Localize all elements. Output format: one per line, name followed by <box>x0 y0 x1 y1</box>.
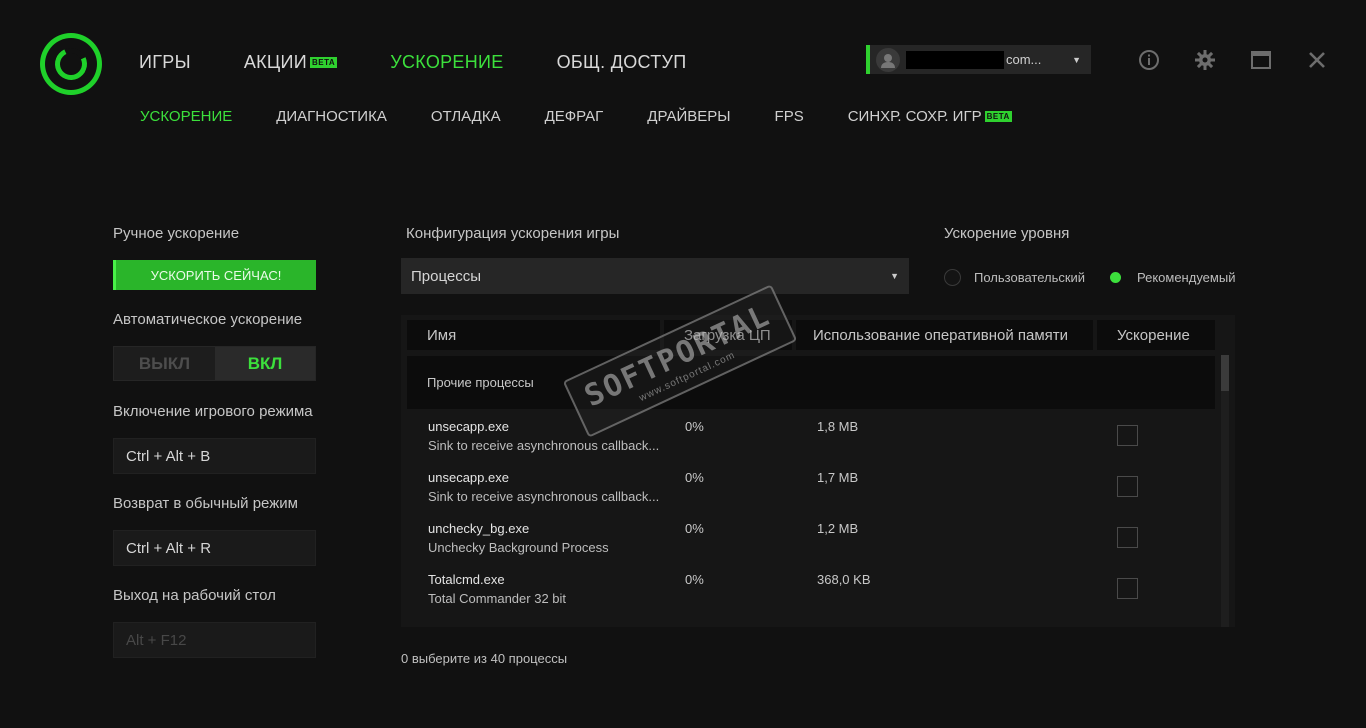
chevron-down-icon: ▼ <box>1072 54 1081 65</box>
tab-save-sync[interactable]: СИНХР. СОХР. ИГР BETA <box>848 108 1012 125</box>
beta-badge: BETA <box>984 111 1012 122</box>
tab-defrag[interactable]: ДЕФРАГ <box>545 108 604 125</box>
toggle-on-option[interactable]: ВКЛ <box>215 347 315 380</box>
auto-boost-label: Автоматическое ускорение <box>113 311 303 328</box>
table-row[interactable]: unchecky_bg.exe Unchecky Background Proc… <box>407 521 1215 572</box>
process-memory: 1,7 MB <box>817 470 859 485</box>
avatar <box>876 47 900 72</box>
main-nav-share[interactable]: ОБЩ. ДОСТУП <box>557 52 687 73</box>
main-nav: ИГРЫ АКЦИИ BETA УСКОРЕНИЕ ОБЩ. ДОСТУП <box>139 52 740 73</box>
radio-button[interactable] <box>944 269 961 286</box>
process-memory: 1,8 MB <box>817 419 859 434</box>
config-selected-value: Процессы <box>411 267 482 285</box>
radio-custom-label: Пользовательский <box>974 270 1086 285</box>
gear-icon[interactable] <box>1193 48 1217 72</box>
desktop-hotkey-field[interactable]: Alt + F12 <box>113 622 316 658</box>
maximize-icon[interactable] <box>1249 48 1273 72</box>
tab-boost[interactable]: УСКОРЕНИЕ <box>140 108 232 125</box>
column-header-name[interactable]: Имя <box>407 320 660 350</box>
main-nav-deals[interactable]: АКЦИИ BETA <box>244 52 338 73</box>
process-memory: 1,2 MB <box>817 521 859 536</box>
selection-count: 0 выберите из 40 процессы <box>401 651 568 666</box>
process-name: unsecapp.exe <box>428 419 509 434</box>
chevron-down-icon: ▼ <box>890 271 899 281</box>
game-mode-hotkey-field[interactable]: Ctrl + Alt + B <box>113 438 316 474</box>
process-cpu: 0% <box>685 419 704 434</box>
boost-checkbox[interactable] <box>1117 527 1138 548</box>
column-header-memory[interactable]: Использование оперативной памяти <box>796 320 1093 350</box>
boost-level-label: Ускорение уровня <box>944 225 1070 242</box>
desktop-label: Выход на рабочий стол <box>113 587 276 604</box>
tab-drivers[interactable]: ДРАЙВЕРЫ <box>647 108 730 125</box>
tab-fps[interactable]: FPS <box>775 108 804 125</box>
main-nav-boost[interactable]: УСКОРЕНИЕ <box>390 52 503 73</box>
table-row[interactable]: Totalcmd.exe Total Commander 32 bit 0% 3… <box>407 572 1215 623</box>
user-icon <box>881 53 895 68</box>
process-name: Totalcmd.exe <box>428 572 505 587</box>
toggle-off-option[interactable]: ВЫКЛ <box>114 347 215 380</box>
config-select[interactable]: Процессы ▼ <box>401 258 909 294</box>
process-description: Unchecky Background Process <box>428 540 609 555</box>
boost-checkbox[interactable] <box>1117 476 1138 497</box>
normal-mode-label: Возврат в обычный режим <box>113 495 298 512</box>
tab-debug[interactable]: ОТЛАДКА <box>431 108 501 125</box>
info-icon[interactable] <box>1137 48 1161 72</box>
scrollbar-thumb[interactable] <box>1221 355 1229 391</box>
column-header-boost[interactable]: Ускорение <box>1097 320 1215 350</box>
group-row[interactable]: Прочие процессы <box>407 356 1215 409</box>
boost-checkbox[interactable] <box>1117 578 1138 599</box>
scrollbar[interactable] <box>1221 355 1229 627</box>
radio-recommended[interactable]: Рекомендуемый <box>1107 269 1235 286</box>
normal-mode-hotkey-field[interactable]: Ctrl + Alt + R <box>113 530 316 566</box>
process-table: Имя Загрузка ЦП Использование оперативно… <box>401 315 1235 627</box>
main-nav-games[interactable]: ИГРЫ <box>139 52 191 73</box>
table-row[interactable]: unsecapp.exe Sink to receive asynchronou… <box>407 419 1215 470</box>
auto-boost-toggle[interactable]: ВЫКЛ ВКЛ <box>113 346 316 381</box>
sub-nav: УСКОРЕНИЕ ДИАГНОСТИКА ОТЛАДКА ДЕФРАГ ДРА… <box>140 108 1056 125</box>
radio-recommended-label: Рекомендуемый <box>1137 270 1236 285</box>
table-header: Имя Загрузка ЦП Использование оперативно… <box>407 320 1219 350</box>
process-description: Sink to receive asynchronous callback... <box>428 489 660 504</box>
process-name: unsecapp.exe <box>428 470 509 485</box>
radio-button-checked[interactable] <box>1107 269 1124 286</box>
radio-custom[interactable]: Пользовательский <box>944 269 1085 286</box>
process-name: unchecky_bg.exe <box>428 521 530 536</box>
manual-boost-label: Ручное ускорение <box>113 225 240 242</box>
process-memory: 368,0 KB <box>817 572 871 587</box>
process-cpu: 0% <box>685 521 704 536</box>
user-email: com... <box>1006 52 1042 67</box>
process-cpu: 0% <box>685 470 704 485</box>
app-logo[interactable] <box>40 33 102 95</box>
user-name-redacted <box>906 50 1004 69</box>
boost-now-button[interactable]: УСКОРИТЬ СЕЙЧАС! <box>113 260 316 290</box>
beta-badge: BETA <box>310 57 338 68</box>
close-icon[interactable] <box>1305 48 1329 72</box>
process-cpu: 0% <box>685 572 704 587</box>
config-label: Конфигурация ускорения игры <box>406 225 620 242</box>
process-description: Total Commander 32 bit <box>428 591 567 606</box>
process-description: Sink to receive asynchronous callback... <box>428 438 660 453</box>
boost-checkbox[interactable] <box>1117 425 1138 446</box>
user-account-dropdown[interactable]: com... ▼ <box>866 45 1091 74</box>
tab-diagnostics[interactable]: ДИАГНОСТИКА <box>276 108 387 125</box>
game-mode-label: Включение игрового режима <box>113 403 313 420</box>
table-row[interactable]: unsecapp.exe Sink to receive asynchronou… <box>407 470 1215 521</box>
